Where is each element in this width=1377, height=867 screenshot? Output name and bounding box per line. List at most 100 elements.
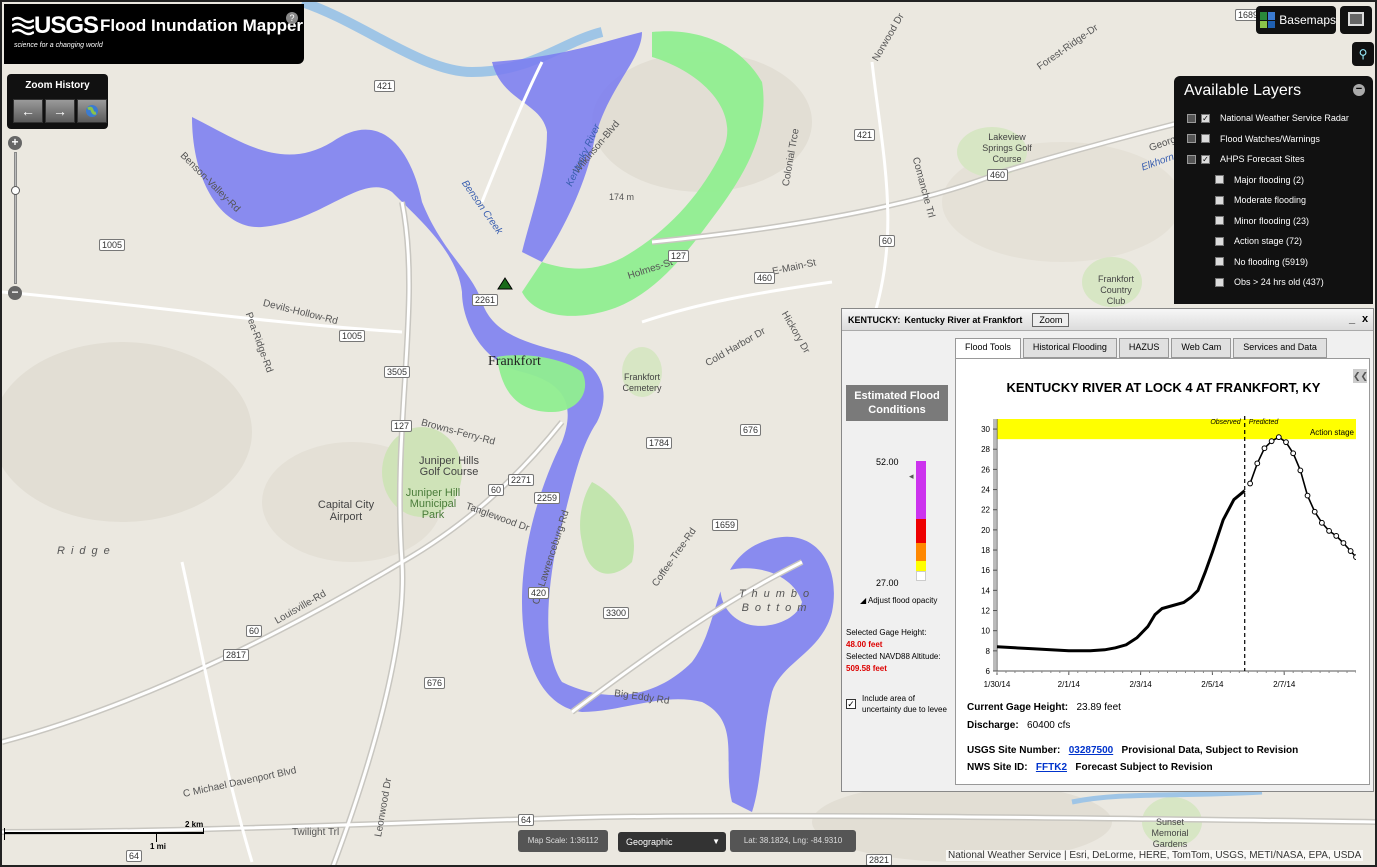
y-axis-band bbox=[993, 419, 996, 671]
minimize-button[interactable]: _ bbox=[1349, 313, 1355, 325]
expand-icon[interactable] bbox=[1187, 134, 1196, 144]
adjust-opacity-control[interactable]: ◢ Adjust flood opacity bbox=[860, 596, 948, 605]
stage-scale: 52.00 27.00 ◂ bbox=[846, 421, 948, 588]
levee-option[interactable]: ✓ Include area of uncertainty due to lev… bbox=[846, 693, 948, 715]
route-shield: 1005 bbox=[99, 239, 126, 251]
route-shield: 420 bbox=[528, 587, 550, 599]
zoom-out-button[interactable]: − bbox=[8, 286, 22, 300]
panel-state: KENTUCKY: bbox=[848, 314, 901, 325]
basemaps-button[interactable]: Basemaps bbox=[1256, 6, 1336, 34]
predicted-point bbox=[1326, 527, 1332, 534]
scale-mi-label: 1 mi bbox=[150, 842, 167, 851]
scale-bottom-value: 27.00 bbox=[876, 578, 899, 588]
layer-item[interactable]: Flood Watches/Warnings bbox=[1174, 129, 1373, 150]
map-label-country-club: Frankfort Country Club bbox=[1097, 274, 1134, 306]
layer-item[interactable]: Action stage (72) bbox=[1174, 231, 1373, 252]
layer-checkbox[interactable] bbox=[1215, 257, 1224, 267]
y-tick-label: 26 bbox=[981, 465, 990, 474]
nws-site-row: NWS Site ID: FFTK2 Forecast Subject to R… bbox=[967, 762, 1213, 773]
layer-label: Obs > 24 hrs old (437) bbox=[1234, 277, 1324, 288]
layer-checkbox[interactable] bbox=[1201, 134, 1210, 144]
usgs-site-row: USGS Site Number: 03287500 Provisional D… bbox=[967, 745, 1298, 756]
tab-services-and-data[interactable]: Services and Data bbox=[1233, 338, 1327, 358]
layer-label: Major flooding (2) bbox=[1234, 174, 1305, 185]
predicted-series-line bbox=[1249, 436, 1356, 558]
layer-checkbox[interactable]: ✓ bbox=[1201, 113, 1210, 123]
usgs-site-link[interactable]: 03287500 bbox=[1069, 745, 1114, 756]
zoom-back-button[interactable]: ← bbox=[13, 99, 43, 123]
nws-site-link[interactable]: FFTK2 bbox=[1036, 762, 1067, 773]
layer-checkbox[interactable]: ✓ bbox=[1201, 154, 1210, 164]
zoom-track[interactable] bbox=[14, 152, 17, 284]
search-icon: ⚲ bbox=[1358, 47, 1368, 61]
expand-icon[interactable] bbox=[1187, 154, 1196, 164]
y-tick-label: 30 bbox=[981, 425, 990, 434]
layer-item[interactable]: Minor flooding (23) bbox=[1174, 211, 1373, 232]
layer-checkbox[interactable] bbox=[1215, 236, 1224, 246]
road-label: Twilight Trl bbox=[292, 827, 340, 838]
action-stage-band bbox=[997, 419, 1356, 440]
predicted-point bbox=[1297, 467, 1304, 474]
close-button[interactable]: x bbox=[1362, 313, 1368, 325]
layer-checkbox[interactable] bbox=[1215, 195, 1224, 205]
tab-historical-flooding[interactable]: Historical Flooding bbox=[1022, 338, 1117, 358]
levee-label: Include area of uncertainty due to levee bbox=[862, 694, 947, 714]
layer-checkbox[interactable] bbox=[1215, 175, 1224, 185]
map-label-sunset: Sunset Memorial Gardens bbox=[1151, 817, 1189, 849]
collapse-icon[interactable]: − bbox=[1353, 84, 1365, 96]
layer-label: National Weather Service Radar bbox=[1220, 113, 1349, 124]
current-gage-value: 23.89 feet bbox=[1076, 702, 1121, 713]
predicted-point bbox=[1268, 438, 1275, 445]
y-tick-label: 10 bbox=[981, 627, 990, 636]
flood-tools-content: ❮❮ KENTUCKY RIVER AT LOCK 4 AT FRANKFORT… bbox=[955, 358, 1370, 785]
app-header: USGS science for a changing world Flood … bbox=[4, 4, 304, 64]
x-tick-label: 2/7/14 bbox=[1273, 680, 1296, 689]
fullscreen-button[interactable] bbox=[1340, 6, 1372, 34]
map-label-lakeview: Lakeview Springs Golf Course bbox=[982, 132, 1032, 164]
full-extent-button[interactable] bbox=[77, 99, 107, 123]
route-shield: 1005 bbox=[339, 330, 366, 342]
nws-site-label: NWS Site ID: bbox=[967, 762, 1028, 773]
action-stage-label: Action stage bbox=[1310, 428, 1355, 437]
zoom-forward-button[interactable]: → bbox=[45, 99, 75, 123]
usgs-logo[interactable]: USGS bbox=[12, 12, 99, 40]
layer-item[interactable]: ✓ AHPS Forecast Sites bbox=[1174, 149, 1373, 170]
route-shield: 460 bbox=[987, 169, 1009, 181]
area-label: Thumbo Bottom bbox=[738, 588, 816, 614]
navd-value: 509.58 feet bbox=[846, 664, 887, 673]
layer-label: AHPS Forecast Sites bbox=[1220, 154, 1305, 165]
layer-item[interactable]: No flooding (5919) bbox=[1174, 252, 1373, 273]
predicted-point bbox=[1353, 554, 1356, 560]
search-button[interactable]: ⚲ bbox=[1352, 42, 1374, 66]
tab-flood-tools[interactable]: Flood Tools bbox=[955, 338, 1021, 359]
route-shield: 2821 bbox=[866, 854, 893, 865]
route-shield: 460 bbox=[754, 272, 776, 284]
help-icon[interactable]: ? bbox=[286, 12, 298, 24]
layer-item[interactable]: Major flooding (2) bbox=[1174, 170, 1373, 191]
tab-web-cam[interactable]: Web Cam bbox=[1171, 338, 1232, 358]
levee-checkbox[interactable]: ✓ bbox=[846, 699, 856, 709]
route-shield: 2817 bbox=[223, 649, 250, 661]
route-shield: 127 bbox=[391, 420, 413, 432]
layer-item[interactable]: Obs > 24 hrs old (437) bbox=[1174, 272, 1373, 293]
route-shield: 2259 bbox=[534, 492, 561, 504]
layer-label: No flooding (5919) bbox=[1234, 256, 1309, 267]
projection-select[interactable]: Geographic ▼ bbox=[618, 832, 726, 852]
zoom-in-button[interactable]: + bbox=[8, 136, 22, 150]
layer-item[interactable]: Moderate flooding bbox=[1174, 190, 1373, 211]
zoom-handle[interactable] bbox=[11, 186, 20, 195]
layer-checkbox[interactable] bbox=[1215, 216, 1224, 226]
route-shield: 421 bbox=[854, 129, 876, 141]
layer-checkbox[interactable] bbox=[1215, 277, 1224, 287]
stage-color-bar[interactable] bbox=[916, 461, 926, 581]
zoom-slider[interactable]: + − bbox=[8, 136, 24, 300]
tab-hazus[interactable]: HAZUS bbox=[1118, 338, 1170, 358]
expand-icon[interactable] bbox=[1187, 113, 1196, 123]
layer-item[interactable]: ✓ National Weather Service Radar bbox=[1174, 108, 1373, 129]
layer-label: Action stage (72) bbox=[1234, 236, 1303, 247]
zoom-to-site-button[interactable]: Zoom bbox=[1032, 312, 1070, 327]
y-tick-label: 8 bbox=[986, 647, 991, 656]
slider-pointer-icon[interactable]: ◂ bbox=[909, 471, 914, 482]
site-info-panel: KENTUCKY: Kentucky River at Frankfort Zo… bbox=[841, 308, 1374, 792]
usgs-waves-icon bbox=[12, 16, 34, 36]
